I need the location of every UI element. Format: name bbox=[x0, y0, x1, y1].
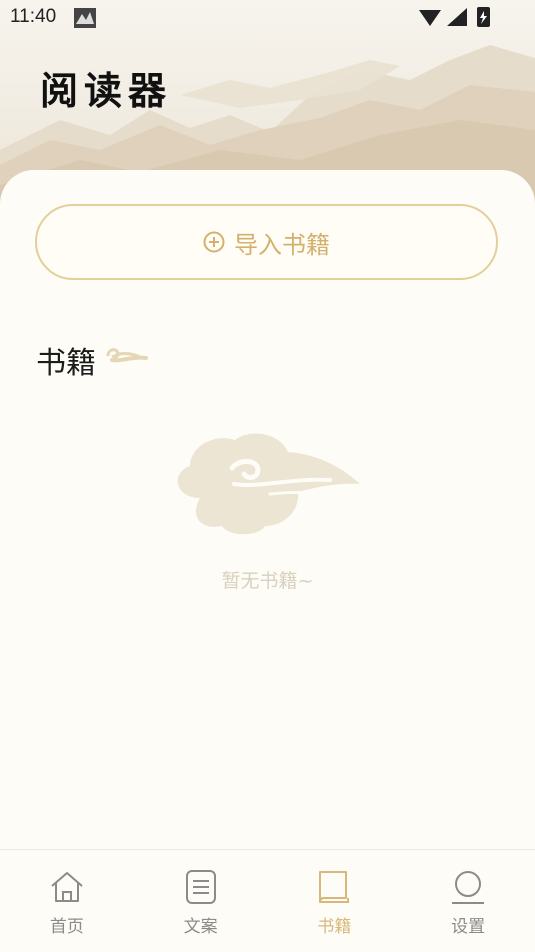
settings-icon bbox=[452, 871, 485, 904]
cloud-icon bbox=[177, 433, 360, 535]
books-section-title: 书籍 bbox=[36, 346, 96, 381]
import-button-label: 导入书籍 bbox=[234, 230, 330, 259]
cloud-swirl-icon bbox=[106, 348, 148, 363]
nav-item-books[interactable]: 书籍 bbox=[268, 850, 402, 952]
status-bar: 11:40 bbox=[0, 0, 535, 36]
nav-label-home: 首页 bbox=[49, 917, 84, 937]
empty-state-text: 暂无书籍~ bbox=[221, 570, 314, 592]
document-icon bbox=[185, 870, 216, 904]
nav-label-books: 书籍 bbox=[317, 917, 352, 937]
signal-icon bbox=[447, 8, 467, 26]
wifi-icon bbox=[419, 10, 441, 26]
book-icon bbox=[319, 871, 350, 903]
nav-label-settings: 设置 bbox=[451, 917, 486, 937]
app-title: 阅读器 bbox=[40, 68, 173, 113]
home-icon bbox=[51, 872, 83, 902]
nav-item-settings[interactable]: 设置 bbox=[401, 850, 535, 952]
bottom-nav: 首页 文案 书籍 设置 bbox=[0, 849, 535, 952]
status-icons bbox=[419, 7, 490, 27]
notification-thumbnail-icon bbox=[74, 8, 96, 28]
plus-circle-icon bbox=[203, 231, 225, 253]
status-time: 11:40 bbox=[10, 6, 57, 27]
nav-item-copywriting[interactable]: 文案 bbox=[134, 850, 268, 952]
nav-label-copywriting: 文案 bbox=[183, 917, 218, 937]
nav-item-home[interactable]: 首页 bbox=[0, 850, 134, 952]
import-books-button[interactable]: 导入书籍 bbox=[35, 204, 498, 280]
